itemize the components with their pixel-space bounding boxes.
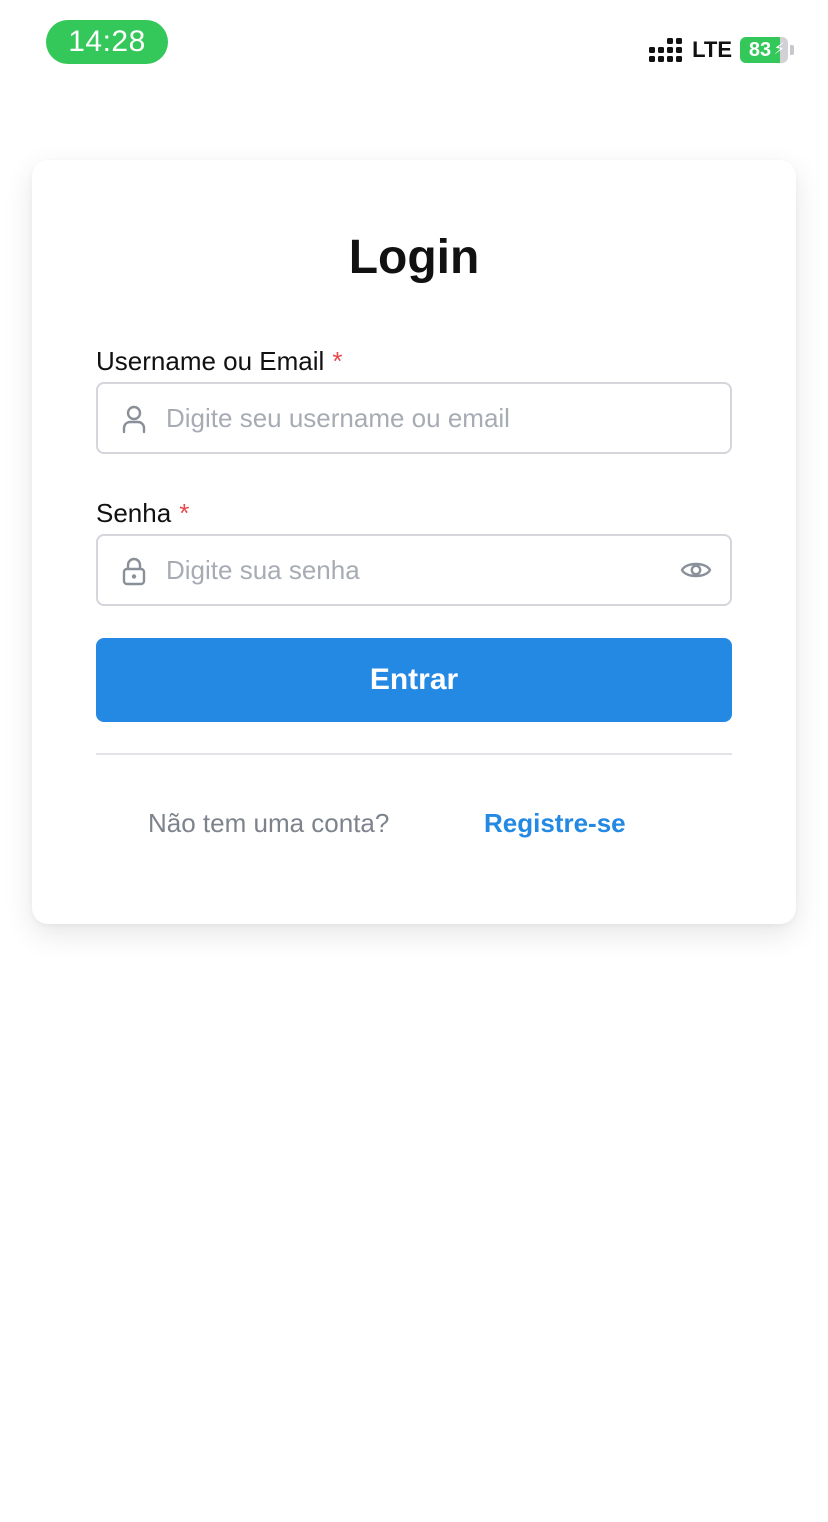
battery-icon: 83 ⚡ xyxy=(740,37,788,63)
password-label: Senha * xyxy=(96,496,189,530)
battery-cap xyxy=(790,45,794,55)
register-link[interactable]: Registre-se xyxy=(484,806,626,840)
username-field[interactable] xyxy=(96,382,732,454)
status-indicators: LTE 83 ⚡ xyxy=(649,34,794,66)
required-indicator: * xyxy=(179,498,190,528)
password-field[interactable] xyxy=(96,534,732,606)
username-input[interactable] xyxy=(166,384,716,452)
no-account-text: Não tem uma conta? xyxy=(148,808,390,838)
required-indicator: * xyxy=(332,346,343,376)
password-label-text: Senha xyxy=(96,498,172,528)
username-label: Username ou Email * xyxy=(96,344,342,378)
divider xyxy=(96,753,732,755)
login-card: Login Username ou Email* Senha* Entrar N… xyxy=(32,160,796,924)
status-time: 14:28 xyxy=(46,20,168,64)
eye-icon[interactable] xyxy=(680,558,712,582)
password-input[interactable] xyxy=(166,536,666,604)
lock-icon xyxy=(122,557,146,586)
username-label-text: Username ou Email xyxy=(96,346,325,376)
network-type: LTE xyxy=(692,37,732,62)
page-title: Login xyxy=(348,231,480,284)
charging-bolt-icon: ⚡ xyxy=(773,41,785,58)
login-button[interactable]: Entrar xyxy=(96,638,732,722)
status-bar: 14:28 LTE 83 ⚡ xyxy=(0,0,828,90)
user-icon xyxy=(122,405,146,434)
signal-strength-icon xyxy=(649,38,683,62)
